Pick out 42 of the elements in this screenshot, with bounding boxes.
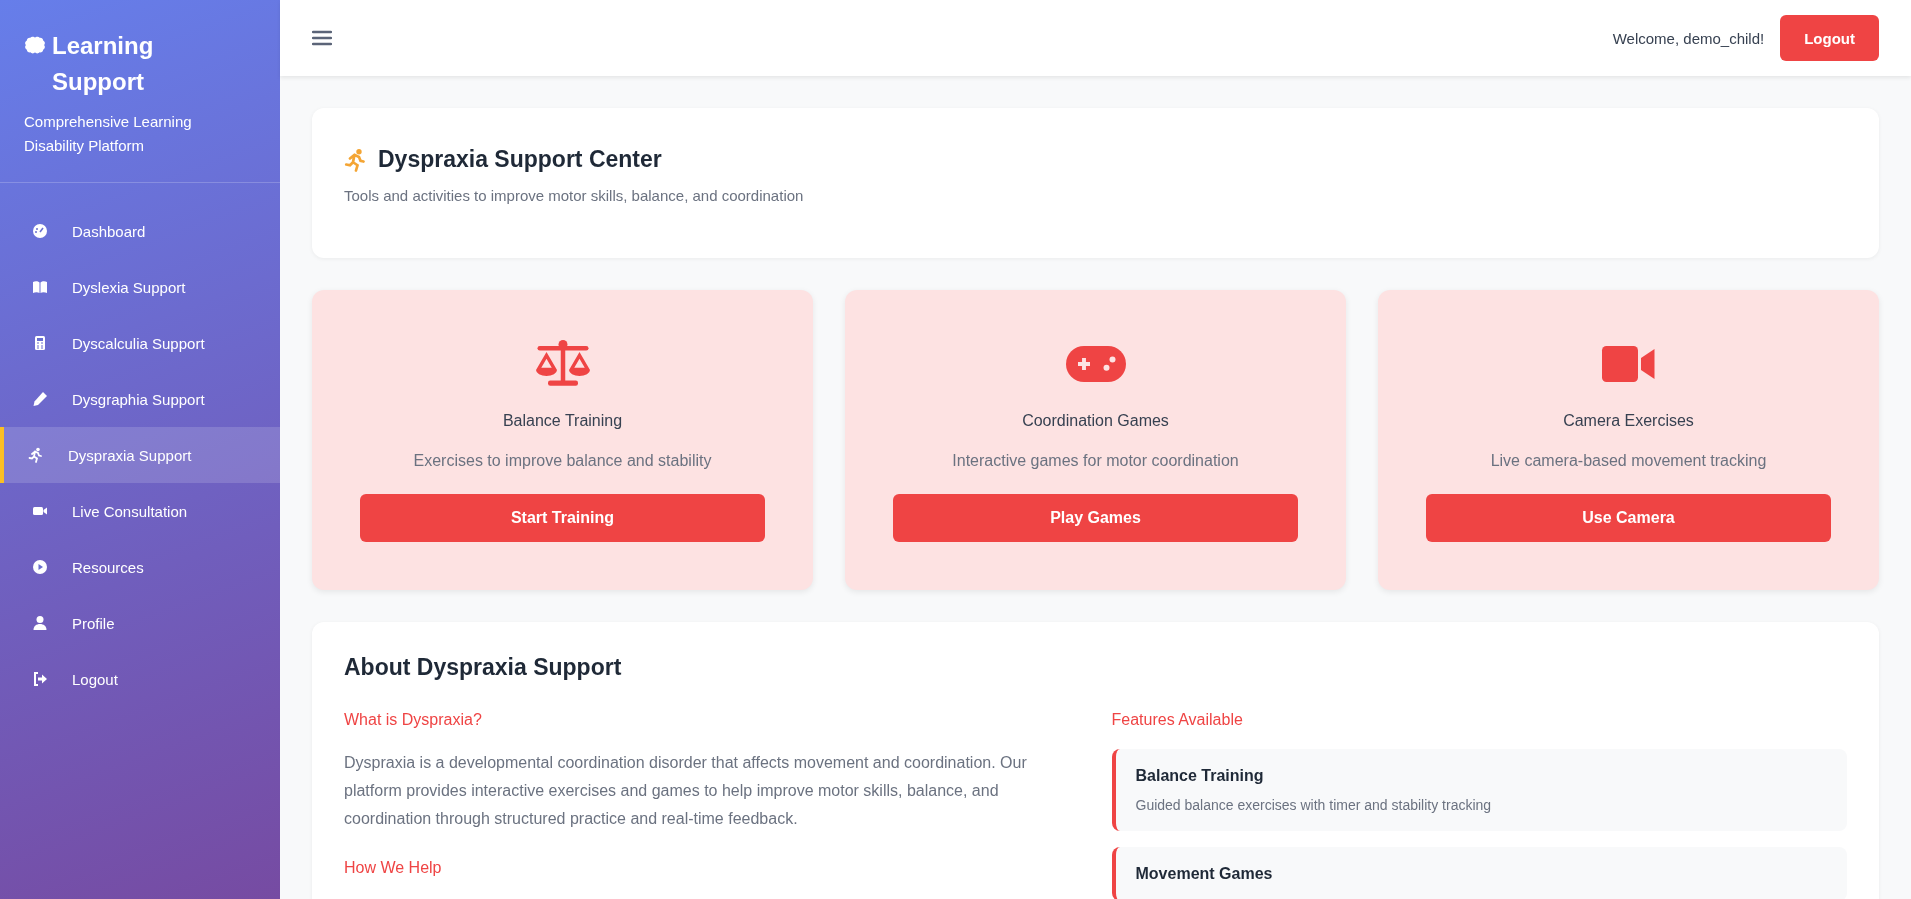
play-icon — [32, 559, 48, 575]
description-paragraph: Dyspraxia is a developmental coordination disorder that affects movement and coordination. Our platform provides interactive exercises and games to help improve motor skills, balance, and coordination through structured practice and real-time feedback. — [344, 753, 1028, 829]
nav-item[interactable]: Dysgraphia Support — [0, 371, 280, 427]
sign-out-icon — [32, 671, 48, 687]
nav-item[interactable]: Dyslexia Support — [0, 259, 280, 315]
running-person-icon — [344, 147, 368, 172]
nav-item[interactable]: Logout — [0, 651, 280, 707]
app-title: Learning Support — [52, 31, 155, 97]
feature-title: Movement Games — [1135, 865, 1274, 883]
subsection-heading: What is Dyspraxia? — [344, 711, 483, 729]
pencil-icon — [32, 391, 48, 407]
app-subtitle: Comprehensive Learning Disability Platform — [24, 112, 193, 156]
menu-icon[interactable] — [312, 30, 332, 46]
tool-title: Camera Exercises — [1563, 412, 1694, 430]
book-icon — [32, 279, 48, 295]
tool-title: Coordination Games — [1022, 412, 1169, 430]
nav-item[interactable]: Live Consultation — [0, 483, 280, 539]
welcome-text: Welcome, demo_child! — [1612, 29, 1765, 47]
section-title: About Dyspraxia Support — [344, 654, 623, 681]
gauge-icon — [32, 223, 48, 239]
subsection-heading: How We Help — [344, 859, 443, 877]
tool-description: Interactive games for motor coordination — [952, 452, 1239, 470]
nav-item[interactable]: Dashboard — [0, 203, 280, 259]
subsection-heading: Features Available — [1111, 711, 1244, 729]
logout-button[interactable]: Logout — [1780, 15, 1879, 61]
nav-item[interactable]: Profile — [0, 595, 280, 651]
tool-button[interactable]: Start Training — [360, 494, 765, 542]
calculator-icon — [32, 335, 48, 351]
tool-description: Live camera-based movement tracking — [1490, 452, 1767, 470]
nav-item[interactable]: Resources — [0, 539, 280, 595]
nav-item[interactable]: Dyspraxia Support — [0, 427, 280, 483]
running-person-icon — [28, 447, 44, 463]
tool-button[interactable]: Use Camera — [1426, 494, 1831, 542]
feature-description: Guided balance exercises with timer and stability tracking — [1135, 797, 1493, 813]
nav-item[interactable]: Dyscalculia Support — [0, 315, 280, 371]
page-title: Dyspraxia Support Center — [378, 146, 662, 173]
tool-button[interactable]: Play Games — [893, 494, 1298, 542]
page-subtitle: Tools and activities to improve motor skills, balance, and coordination — [344, 187, 805, 204]
person-icon — [32, 615, 48, 631]
tool-title: Balance Training — [502, 412, 623, 430]
feature-title: Balance Training — [1135, 767, 1265, 785]
tool-description: Exercises to improve balance and stability — [413, 452, 712, 470]
